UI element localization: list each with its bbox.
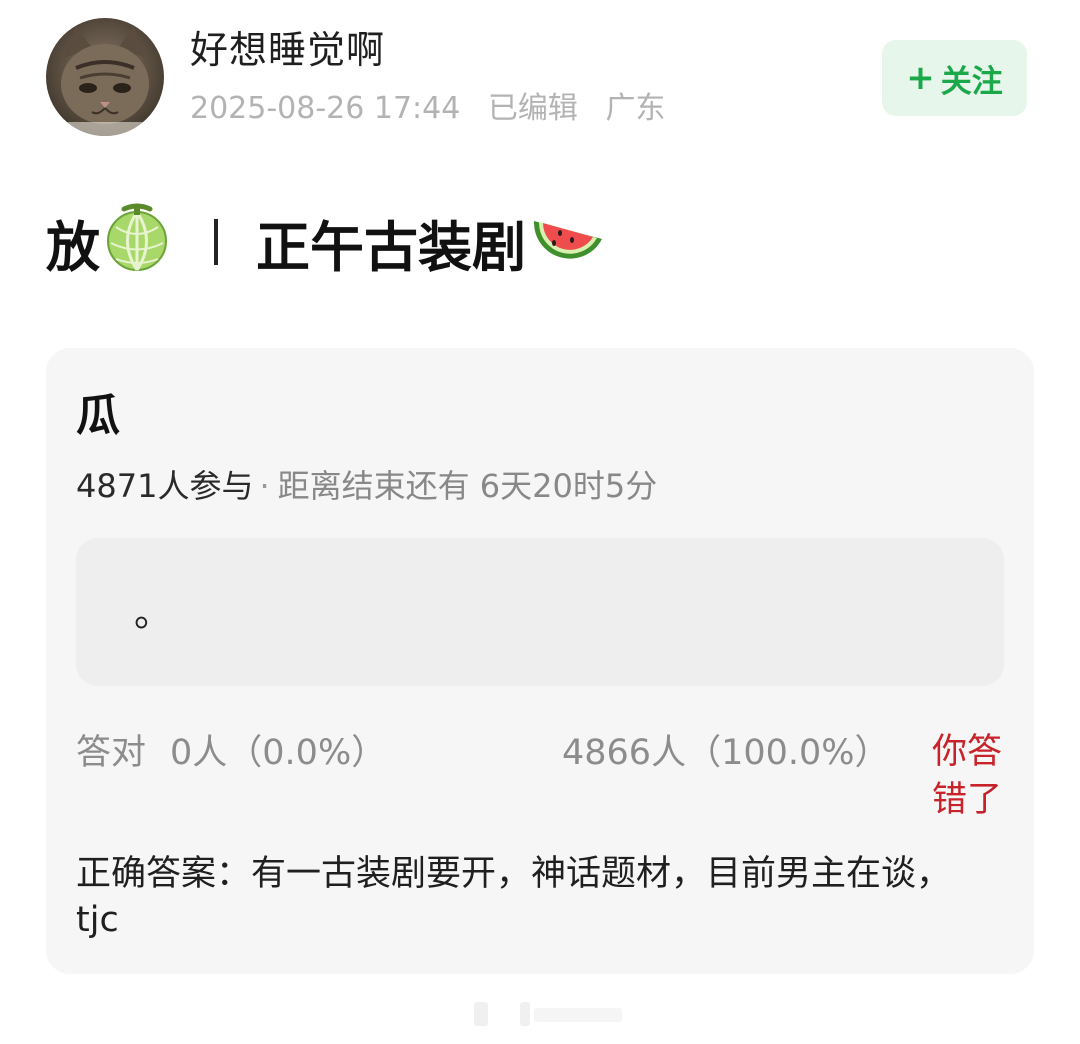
quiz-option-text: 。 xyxy=(134,591,173,635)
home-indicator-icon xyxy=(474,1002,622,1026)
correct-answer: 正确答案：有一古装剧要开，神话题材，目前男主在谈，tjc xyxy=(76,854,952,940)
deadline-text: 距离结束还有 6天20时5分 xyxy=(277,467,658,505)
follow-label: 关注 xyxy=(940,63,1003,100)
melon-icon xyxy=(104,201,170,284)
quiz-stats: 4871人参与 · 距离结束还有 6天20时5分 xyxy=(76,464,657,508)
avatar[interactable] xyxy=(46,18,164,136)
stats-dot: · xyxy=(259,467,270,505)
author-name[interactable]: 好想睡觉啊 xyxy=(190,24,385,76)
post-title-part2: 正午古装剧 xyxy=(256,215,526,279)
post-title: 放 正午古装剧 xyxy=(46,200,610,284)
title-separator xyxy=(214,219,218,265)
cat-avatar-icon xyxy=(46,18,164,136)
participant-count: 4871人参与 xyxy=(76,467,254,505)
follow-button[interactable]: + 关注 xyxy=(882,40,1027,116)
correct-count: 0人（0.0%） xyxy=(170,733,387,773)
correct-stat: 答对 0人（0.0%） xyxy=(76,728,386,778)
plus-icon: + xyxy=(906,58,935,98)
correct-label: 答对 xyxy=(76,733,147,773)
post-meta: 2025-08-26 17:44 已编辑 广东 xyxy=(190,88,683,130)
post-title-part1: 放 xyxy=(46,215,100,279)
edited-label: 已编辑 xyxy=(487,91,578,126)
watermelon-icon xyxy=(530,205,606,280)
wrong-answer-badge: 你答错了 xyxy=(931,732,1002,820)
quiz-option[interactable]: 。 xyxy=(76,538,1004,686)
quiz-card: 瓜 4871人参与 · 距离结束还有 6天20时5分 。 答对 0人（0.0%） 48… xyxy=(46,348,1034,974)
post-datetime: 2025-08-26 17:44 xyxy=(190,91,461,126)
quiz-title: 瓜 xyxy=(76,390,120,441)
wrong-count: 4866人（100.0%） xyxy=(562,733,890,773)
post-location: 广东 xyxy=(605,91,666,126)
